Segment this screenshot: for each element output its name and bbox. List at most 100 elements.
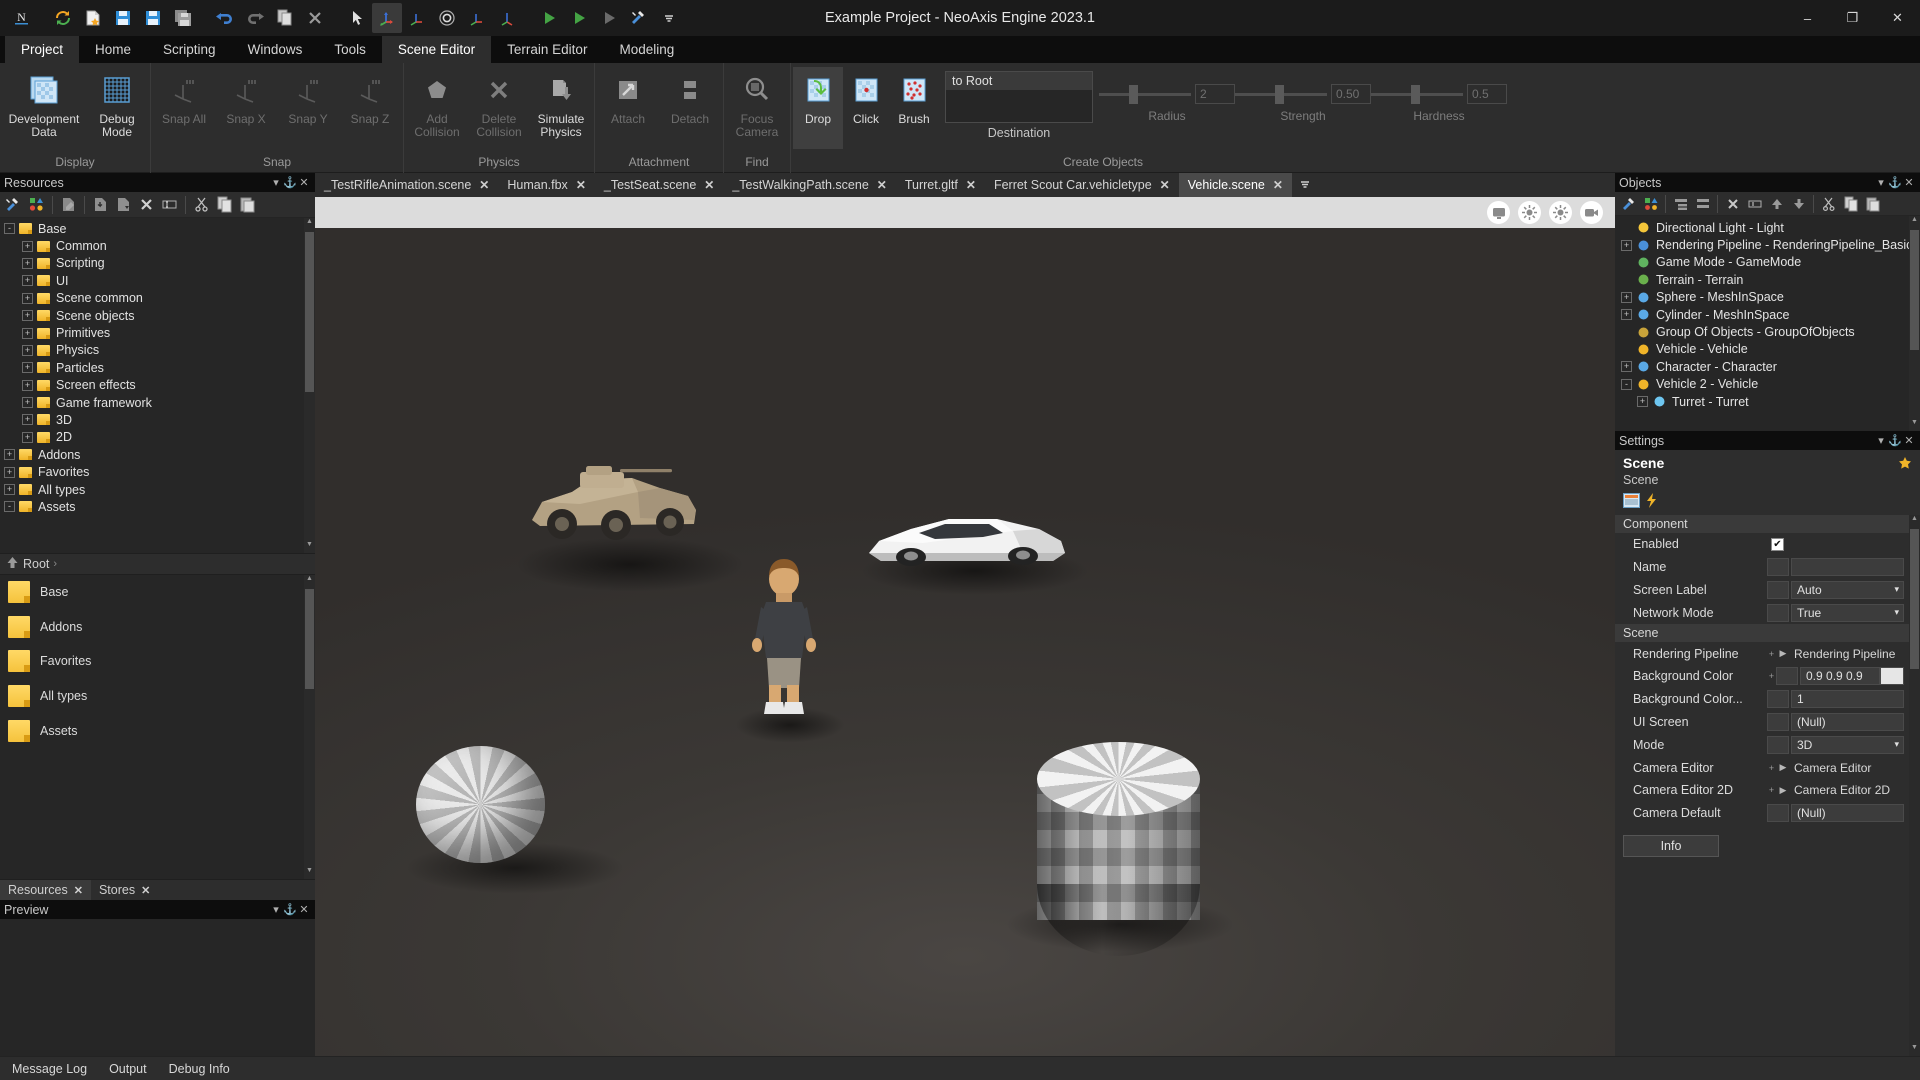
cut-icon[interactable] (191, 194, 212, 215)
close-button[interactable]: ✕ (1875, 0, 1920, 36)
tree-expander-icon[interactable]: + (22, 414, 33, 426)
import-icon[interactable] (90, 194, 111, 215)
edit-icon[interactable] (58, 194, 79, 215)
play-icon[interactable] (534, 3, 564, 33)
document-tab[interactable]: Human.fbx ✕ (498, 173, 595, 197)
cut-icon[interactable] (1818, 193, 1839, 214)
drop-mode-button[interactable]: Drop (793, 67, 843, 149)
scroll-down-arrow-icon[interactable]: ▼ (1909, 1044, 1920, 1056)
delete-icon[interactable] (300, 3, 330, 33)
options-icon[interactable] (1618, 193, 1639, 214)
scroll-down-arrow-icon[interactable]: ▼ (304, 867, 315, 879)
objects-menu-button[interactable]: ▾ (1874, 176, 1888, 189)
close-icon[interactable]: ✕ (966, 178, 976, 192)
save-icon[interactable] (108, 3, 138, 33)
tree-expander-icon[interactable]: + (22, 397, 33, 409)
resource-tree-item[interactable]: + Scene common (0, 290, 315, 307)
copy-icon[interactable] (214, 194, 235, 215)
minimize-button[interactable]: – (1785, 0, 1830, 36)
property-text-value[interactable] (1791, 558, 1904, 577)
objects-close-button[interactable]: ✕ (1902, 176, 1916, 189)
resource-tree-item[interactable]: + Scripting (0, 255, 315, 272)
maximize-button[interactable]: ❐ (1830, 0, 1875, 36)
detach-button[interactable]: Detach (659, 67, 721, 149)
objects-pin-button[interactable]: ⚓ (1888, 176, 1902, 189)
property-combobox[interactable]: True ▾ (1791, 603, 1904, 622)
resource-tree-item[interactable]: + Particles (0, 359, 315, 376)
close-icon[interactable]: ✕ (479, 178, 489, 192)
move-down-icon[interactable] (1788, 193, 1809, 214)
preview-close-button[interactable]: ✕ (297, 903, 311, 916)
object-tree-item[interactable]: +Directional Light - Light (1615, 219, 1920, 236)
chevron-down-icon[interactable]: ▾ (1894, 607, 1899, 618)
tree-expander-icon[interactable]: + (22, 431, 33, 443)
chevron-down-icon[interactable]: ▾ (1894, 584, 1899, 595)
document-tab[interactable]: Turret.gltf ✕ (895, 173, 985, 197)
property-text-value[interactable]: (Null) (1791, 804, 1904, 823)
delete-collision-button[interactable]: Delete Collision (468, 67, 530, 149)
property-expander-icon[interactable]: + (1767, 763, 1776, 773)
resources-tree-scrollbar[interactable]: ▲ ▼ (304, 218, 315, 553)
resource-tree-item[interactable]: + UI (0, 272, 315, 289)
property-triangle-icon[interactable]: ▶ (1776, 762, 1790, 773)
tree-expander-icon[interactable]: + (1621, 291, 1632, 303)
object-tree-item[interactable]: +Game Mode - GameMode (1615, 254, 1920, 271)
character-model[interactable] (740, 557, 828, 727)
destination-selected-item[interactable]: to Root (946, 72, 1092, 90)
hardness-slider[interactable] (1371, 81, 1463, 107)
property-override-box[interactable] (1767, 804, 1789, 823)
tree-expander-icon[interactable]: + (22, 379, 33, 391)
close-icon[interactable]: ✕ (1273, 178, 1283, 192)
document-tabs-overflow-icon[interactable] (1292, 173, 1318, 197)
property-triangle-icon[interactable]: ▶ (1776, 648, 1790, 659)
property-reference-value[interactable]: Camera Editor 2D (1790, 781, 1904, 800)
close-icon[interactable]: ✕ (1160, 178, 1170, 192)
new-object-icon[interactable] (1640, 193, 1661, 214)
resource-tree-item[interactable]: + Favorites (0, 463, 315, 480)
attach-button[interactable]: Attach (597, 67, 659, 149)
close-icon[interactable]: ✕ (141, 884, 150, 897)
hardness-value[interactable]: 0.5 (1467, 84, 1507, 104)
new-file-icon[interactable] (78, 3, 108, 33)
copy-icon[interactable] (270, 3, 300, 33)
file-list-item[interactable]: Base (0, 575, 315, 610)
play-disabled-icon[interactable] (594, 3, 624, 33)
color-swatch[interactable] (1880, 667, 1904, 686)
ribbon-tab-tools[interactable]: Tools (318, 36, 382, 63)
lighting-icon[interactable] (1518, 201, 1541, 224)
object-tree-item[interactable]: + Character - Character (1615, 358, 1920, 375)
tree-expander-icon[interactable]: - (1621, 378, 1632, 390)
info-button[interactable]: Info (1623, 834, 1719, 857)
resource-tree-item[interactable]: + Common (0, 237, 315, 254)
settings-properties[interactable]: Component Enabled ✔ Name Screen Label Auto ▾ Ne… (1615, 515, 1920, 1056)
document-tab[interactable]: Vehicle.scene ✕ (1178, 173, 1292, 197)
scroll-down-arrow-icon[interactable]: ▼ (304, 541, 315, 553)
property-reference-value[interactable]: Rendering Pipeline (1790, 644, 1904, 663)
resource-tree-item[interactable]: - Base (0, 220, 315, 237)
expand-all-icon[interactable] (1670, 193, 1691, 214)
object-tree-item[interactable]: +Group Of Objects - GroupOfObjects (1615, 323, 1920, 340)
development-data-button[interactable]: Development Data (2, 67, 86, 149)
resources-tree[interactable]: - Base + Common + Scripting + UI + Scene common + S… (0, 218, 315, 553)
rename-icon[interactable] (159, 194, 180, 215)
property-combobox[interactable]: Auto ▾ (1791, 580, 1904, 599)
tree-expander-icon[interactable]: - (4, 501, 15, 513)
resources-pin-button[interactable]: ⚓ (283, 176, 297, 189)
resource-tree-item[interactable]: + Addons (0, 446, 315, 463)
tree-expander-icon[interactable]: + (4, 449, 15, 461)
simulate-physics-button[interactable]: Simulate Physics (530, 67, 592, 149)
sports-car-model[interactable] (863, 497, 1073, 575)
resources-menu-button[interactable]: ▾ (269, 176, 283, 189)
ribbon-tab-terrain-editor[interactable]: Terrain Editor (491, 36, 603, 63)
resource-tree-item[interactable]: + Game framework (0, 394, 315, 411)
tab-resources[interactable]: Resources ✕ (0, 880, 91, 900)
property-override-box[interactable] (1767, 690, 1789, 709)
new-type-icon[interactable] (26, 194, 47, 215)
events-icon[interactable] (1646, 493, 1658, 511)
object-tree-item[interactable]: - Vehicle 2 - Vehicle (1615, 376, 1920, 393)
paste-icon[interactable] (1862, 193, 1883, 214)
scroll-up-arrow-icon[interactable]: ▲ (1909, 515, 1920, 527)
strength-value[interactable]: 0.50 (1331, 84, 1371, 104)
tab-stores[interactable]: Stores ✕ (91, 880, 158, 900)
scroll-up-arrow-icon[interactable]: ▲ (304, 575, 315, 587)
